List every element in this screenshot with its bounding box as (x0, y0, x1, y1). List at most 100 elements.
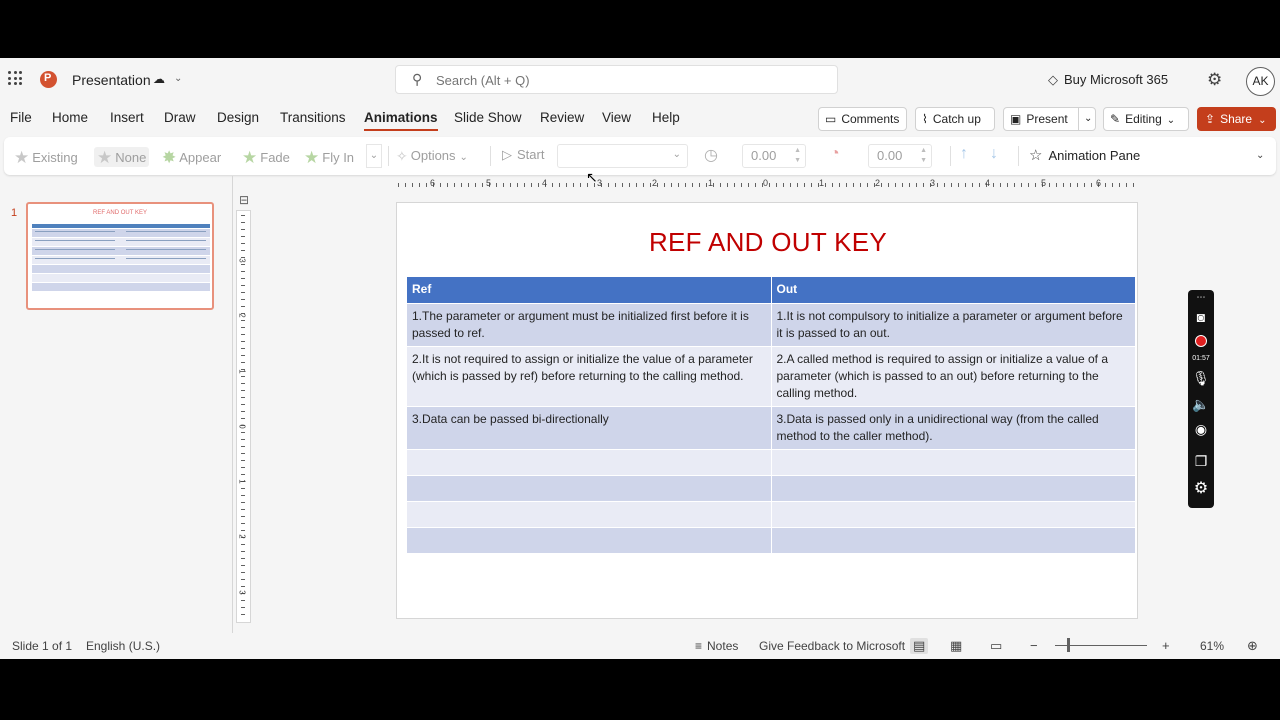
tab-view[interactable]: View (602, 110, 631, 125)
zoom-out-icon[interactable]: − (1030, 638, 1038, 653)
effect-appear[interactable]: ✸ Appear (162, 147, 221, 167)
slide-thumbnail[interactable]: REF AND OUT KEY (26, 202, 214, 310)
search-box[interactable]: ⚲ (395, 65, 838, 94)
reading-view-icon[interactable]: ▭ (990, 638, 1002, 654)
ruler-tick (846, 183, 847, 187)
normal-view-icon[interactable]: ▤ (910, 638, 929, 654)
ruler-label: 6 (1096, 178, 1102, 188)
slide-sorter-icon[interactable]: ▦ (950, 638, 962, 654)
zoom-slider-thumb[interactable] (1067, 638, 1070, 652)
effect-fly-in[interactable]: ★ Fly In (304, 147, 354, 167)
ruler-tick (241, 523, 245, 524)
zoom-in-icon[interactable]: + (1162, 638, 1170, 653)
tab-file[interactable]: File (10, 110, 32, 125)
editing-mode-button[interactable]: ✎ Editing ⌄ (1103, 107, 1189, 131)
settings-gear-icon[interactable]: ⚙ (1188, 478, 1214, 498)
ruler-tick (241, 495, 245, 496)
table-cell[interactable]: 2.A called method is required to assign … (771, 346, 1136, 407)
share-button[interactable]: ⇪ Share ⌄ (1197, 107, 1276, 131)
table-cell[interactable] (407, 475, 772, 502)
buy-microsoft-365-link[interactable]: ◇ Buy Microsoft 365 (1048, 72, 1168, 88)
zoom-level[interactable]: 61% (1200, 639, 1224, 653)
camera-icon[interactable]: ◙ (1188, 309, 1214, 325)
table-cell[interactable] (407, 449, 772, 476)
table-cell[interactable]: 3.Data is passed only in a unidirectiona… (771, 406, 1136, 450)
app-launcher-icon[interactable] (8, 71, 22, 85)
duration-input[interactable]: 0.00 ▲ ▼ (742, 144, 806, 168)
table-cell[interactable]: 3.Data can be passed bi-directionally (407, 406, 772, 450)
table-cell[interactable] (771, 501, 1136, 528)
chevron-down-icon: ⌄ (1166, 115, 1176, 126)
effect-fade[interactable]: ★ Fade (242, 147, 290, 167)
tab-home[interactable]: Home (52, 110, 88, 125)
collapse-pane-icon[interactable]: ⊟ (233, 190, 255, 210)
table-row (407, 475, 1136, 502)
settings-gear-icon[interactable]: ⚙ (1207, 70, 1222, 90)
move-earlier-arrow-up-icon[interactable]: ↑ (960, 145, 968, 163)
ruler-tick (797, 183, 798, 187)
microphone-icon[interactable]: 🎙 (1188, 370, 1214, 387)
effects-gallery-chevron-icon[interactable]: ⌄ (366, 144, 382, 168)
table-cell[interactable]: 1.It is not compulsory to initialize a p… (771, 303, 1136, 347)
table-cell[interactable] (771, 527, 1136, 554)
powerpoint-window: Presentation ☁ ⌄ ⚲ ◇Buy Microsoft 365 ⚙ … (0, 58, 1280, 659)
header-out[interactable]: Out (771, 277, 1136, 304)
animation-pane-button[interactable]: ☆ Animation Pane (1029, 146, 1140, 164)
tab-insert[interactable]: Insert (110, 110, 144, 125)
notes-button[interactable]: ≡ Notes (695, 639, 738, 653)
ribbon-collapse-chevron-icon[interactable]: ⌄ (1256, 150, 1264, 161)
window-icon[interactable]: ❐ (1188, 453, 1214, 470)
effect-none[interactable]: ★ None (94, 147, 150, 167)
ruler-tick (1035, 183, 1036, 187)
ruler-tick (643, 183, 644, 187)
ruler-tick (622, 183, 623, 187)
header-ref[interactable]: Ref (407, 277, 772, 304)
catch-up-button[interactable]: ⌇ Catch up (915, 107, 995, 131)
table-cell[interactable]: 2.It is not required to assign or initia… (407, 346, 772, 407)
spinner-icon[interactable]: ▲ ▼ (920, 146, 927, 166)
delay-input[interactable]: 0.00 ▲ ▼ (868, 144, 932, 168)
ruler-tick (241, 586, 245, 587)
table-cell[interactable] (771, 449, 1136, 476)
table-cell[interactable] (407, 501, 772, 528)
comments-button[interactable]: ▭ Comments (818, 107, 907, 131)
slide-title[interactable]: REF AND OUT KEY (397, 227, 1139, 258)
move-later-arrow-down-icon[interactable]: ↓ (990, 145, 998, 163)
feedback-link[interactable]: Give Feedback to Microsoft (759, 639, 905, 653)
ruler-tick (1133, 183, 1134, 187)
tab-review[interactable]: Review (540, 110, 584, 125)
ruler-tick (1091, 183, 1092, 187)
effect-existing[interactable]: ★ Existing (14, 147, 78, 167)
table-cell[interactable]: 1.The parameter or argument must be init… (407, 303, 772, 347)
ruler-tick (241, 215, 245, 216)
record-button-icon[interactable] (1195, 335, 1207, 347)
ruler-tick (1112, 183, 1113, 187)
ruler-tick (937, 183, 938, 187)
tab-design[interactable]: Design (217, 110, 259, 125)
language[interactable]: English (U.S.) (86, 639, 160, 653)
tab-draw[interactable]: Draw (164, 110, 196, 125)
spinner-icon[interactable]: ▲ ▼ (794, 146, 801, 166)
tab-slide-show[interactable]: Slide Show (454, 110, 522, 125)
drag-handle-icon[interactable]: ⋯ (1188, 292, 1214, 303)
document-title[interactable]: Presentation (72, 72, 151, 88)
table-cell[interactable] (407, 527, 772, 554)
chevron-down-icon[interactable]: ⌄ (1078, 108, 1092, 130)
ruler-tick (671, 183, 672, 187)
table-cell[interactable] (771, 475, 1136, 502)
avatar[interactable]: AK (1246, 67, 1275, 96)
ruler-tick (241, 607, 245, 608)
effect-options-button[interactable]: ✧ Options ⌄ (396, 147, 468, 164)
webcam-icon[interactable]: ◉ (1188, 421, 1214, 438)
present-button[interactable]: ▣ Present ⌄ (1003, 107, 1096, 131)
chevron-down-icon[interactable]: ⌄ (174, 73, 182, 84)
tab-transitions[interactable]: Transitions (280, 110, 346, 125)
tab-help[interactable]: Help (652, 110, 680, 125)
fit-to-window-icon[interactable]: ⊕ (1247, 638, 1258, 654)
comparison-table[interactable]: Ref Out 1.The parameter or argument must… (407, 277, 1136, 554)
search-input[interactable] (436, 71, 816, 89)
start-dropdown[interactable]: ⌄ (557, 144, 688, 168)
speaker-icon[interactable]: 🔈 (1188, 396, 1214, 413)
tab-animations[interactable]: Animations (364, 110, 438, 131)
slide-canvas[interactable]: REF AND OUT KEY Ref Out 1.The parameter … (396, 202, 1138, 619)
